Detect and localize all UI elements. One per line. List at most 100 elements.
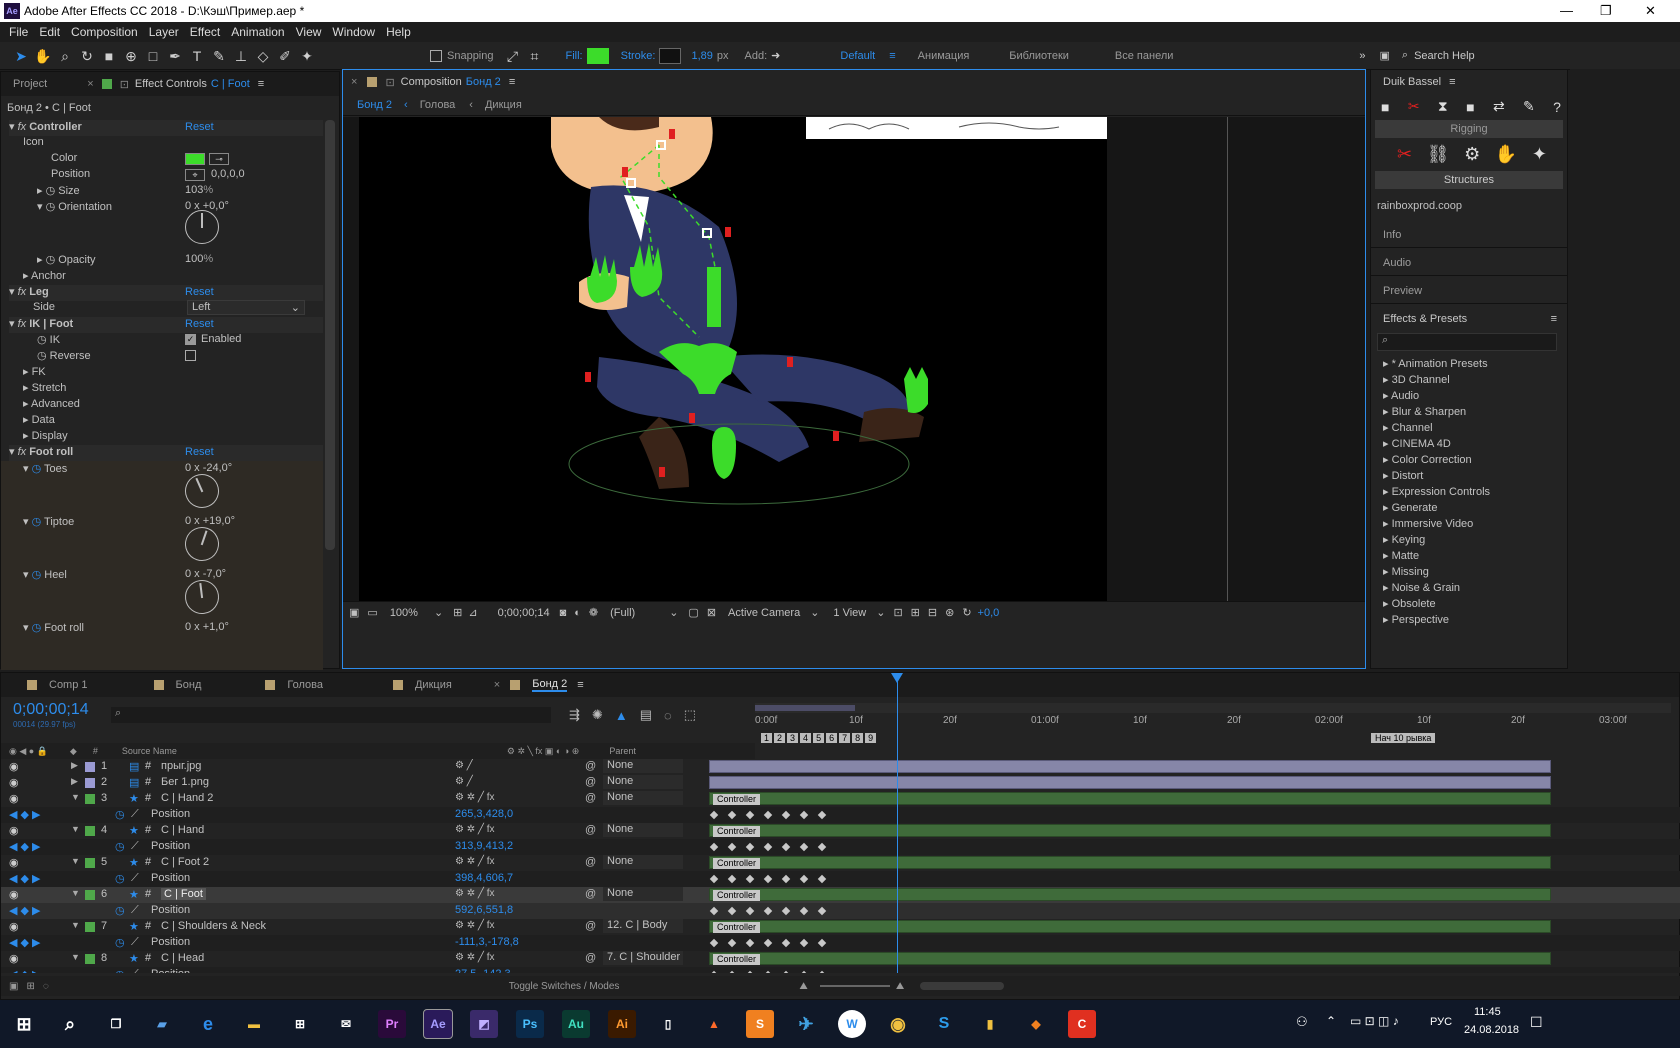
panel-menu-icon[interactable]: ≡ xyxy=(258,78,264,90)
tray-chevron-icon[interactable]: ⌃ xyxy=(1326,1014,1336,1028)
comp-menu-icon[interactable]: ≡ xyxy=(509,76,515,88)
more-workspaces-icon[interactable]: » xyxy=(1359,50,1365,62)
keyframe[interactable] xyxy=(817,842,827,852)
property-value[interactable]: 313,9,413,2 xyxy=(455,840,513,852)
monitor-icon[interactable]: ▭ xyxy=(367,606,377,619)
flowchart-icon[interactable]: ⊛ xyxy=(945,606,954,619)
effects-item[interactable]: ▸ Blur & Sharpen xyxy=(1371,404,1567,420)
close-comp-icon[interactable]: × xyxy=(351,76,357,88)
frame-blending-icon[interactable]: ▤ xyxy=(640,707,652,723)
playhead-line[interactable] xyxy=(897,673,898,973)
fast-preview-icon[interactable]: ⊞ xyxy=(911,606,920,619)
menu-window[interactable]: Window xyxy=(332,25,375,39)
property-value[interactable]: 265,3,428,0 xyxy=(455,808,513,820)
property-value[interactable]: -111,3,-178,8 xyxy=(455,936,519,948)
puppet-tool-icon[interactable]: ✦ xyxy=(298,47,316,65)
illustrator-icon[interactable]: Ai xyxy=(608,1010,636,1038)
effects-item[interactable]: ▸ Color Correction xyxy=(1371,452,1567,468)
display-group[interactable]: ▸ Display xyxy=(23,429,68,445)
effects-item[interactable]: ▸ Channel xyxy=(1371,420,1567,436)
visibility-eye-icon[interactable]: ◉ xyxy=(9,776,19,789)
layer-duration-bar[interactable] xyxy=(709,920,1551,933)
property-row[interactable]: ◀ ◆ ▶ ◷ ⟋ Position -111,3,-178,8 xyxy=(1,935,1680,951)
layer-row[interactable]: ◉ ▼ 8 ★ # C | Head ⚙ ✲ ╱ fx @ 7. C | Sho… xyxy=(1,951,1680,967)
mask-visibility-icon[interactable]: ⊿ xyxy=(468,606,477,619)
layer-label-color[interactable] xyxy=(85,794,95,804)
duik-home-icon[interactable]: ■ xyxy=(1381,99,1389,115)
parent-dropdown[interactable]: 12. C | Body xyxy=(603,919,683,933)
keyframe[interactable] xyxy=(817,970,827,973)
effects-item[interactable]: ▸ * Animation Presets xyxy=(1371,356,1567,372)
keyframe-nav-icon[interactable]: ◀ ◆ ▶ xyxy=(9,968,41,973)
layer-name[interactable]: C | Hand xyxy=(161,824,204,836)
layer-label-color[interactable] xyxy=(85,858,95,868)
reset-exposure-icon[interactable]: ↻ xyxy=(962,606,971,619)
rigging-button[interactable]: Rigging xyxy=(1375,120,1563,138)
keyframe[interactable] xyxy=(799,842,809,852)
layer-switches[interactable]: ⚙ ✲ ╱ fx xyxy=(455,824,494,835)
layer-duration-bar[interactable] xyxy=(709,760,1551,773)
graph-icon[interactable]: ⟋ xyxy=(131,872,139,885)
stopwatch-icon[interactable]: ◷ xyxy=(115,968,125,973)
effects-menu-icon[interactable]: ≡ xyxy=(1551,313,1557,325)
crumb-head[interactable]: Голова xyxy=(420,99,456,111)
region-of-interest-icon[interactable]: ▢ xyxy=(688,606,698,619)
menu-composition[interactable]: Composition xyxy=(71,25,138,39)
composition-flowchart-icon[interactable]: ⇶ xyxy=(569,707,580,723)
layer-switches[interactable]: ⚙ ✲ ╱ fx xyxy=(455,952,494,963)
chrome-icon[interactable]: ◉ xyxy=(884,1010,912,1038)
fx-controller-row[interactable]: ▾ fx Controller xyxy=(9,120,323,136)
marker[interactable]: 3 xyxy=(787,733,799,743)
menu-file[interactable]: File xyxy=(9,25,28,39)
expand-layer-chevron-icon[interactable]: ▼ xyxy=(71,824,80,834)
controller-chip[interactable]: Controller xyxy=(713,954,761,965)
layer-name[interactable]: Бег 1.png xyxy=(161,776,209,788)
comp-tab-label[interactable]: Composition xyxy=(401,76,462,88)
graph-icon[interactable]: ⟋ xyxy=(131,904,139,917)
sync-settings-icon[interactable]: ▣ xyxy=(1380,49,1390,62)
keyframe-nav-icon[interactable]: ◀ ◆ ▶ xyxy=(9,840,41,853)
w-app-icon[interactable]: W xyxy=(838,1010,866,1038)
property-value[interactable]: 398,4,606,7 xyxy=(455,872,513,884)
controller-chip[interactable]: Controller xyxy=(713,794,761,805)
stopwatch-icon[interactable]: ◷ xyxy=(115,840,125,853)
premiere-icon[interactable]: Pr xyxy=(378,1010,406,1038)
keyframe[interactable] xyxy=(727,810,737,820)
foot-roll-prop-value[interactable]: 0 x +1,0° xyxy=(185,621,229,637)
clock-date[interactable]: 24.08.2018 xyxy=(1464,1024,1519,1036)
position-target-icon[interactable]: ⌖ xyxy=(185,169,205,181)
timeline-tab-bond[interactable]: Бонд xyxy=(176,679,202,691)
stretch-group[interactable]: ▸ Stretch xyxy=(23,381,66,397)
layer-duration-bar[interactable] xyxy=(709,776,1551,789)
expand-layer-chevron-icon[interactable]: ▼ xyxy=(71,888,80,898)
marker[interactable]: 5 xyxy=(813,733,825,743)
layer-switches[interactable]: ⚙ ✲ ╱ fx xyxy=(455,856,494,867)
keyframe-nav-icon[interactable]: ◀ ◆ ▶ xyxy=(9,808,41,821)
timeline-toggle-icon[interactable]: ⊟ xyxy=(928,606,937,619)
hand-controller-icon[interactable]: ✋ xyxy=(1495,144,1517,165)
keyframe[interactable] xyxy=(727,970,737,973)
comp-lock-icon[interactable]: ⊡ xyxy=(385,76,394,89)
current-time[interactable]: 0;00;00;14 xyxy=(498,607,550,619)
effects-item[interactable]: ▸ Expression Controls xyxy=(1371,484,1567,500)
property-row[interactable]: ◀ ◆ ▶ ◷ ⟋ Position 313,9,413,2 xyxy=(1,839,1680,855)
workspace-animation[interactable]: Анимация xyxy=(918,50,970,62)
visibility-eye-icon[interactable]: ◉ xyxy=(9,888,19,901)
layer-switches[interactable]: ⚙ ✲ ╱ fx xyxy=(455,792,494,803)
reverse-checkbox[interactable] xyxy=(185,350,196,361)
keyframe[interactable] xyxy=(709,970,719,973)
workspace-default[interactable]: Default xyxy=(840,50,875,62)
workspace-all-panels[interactable]: Все панели xyxy=(1115,50,1173,62)
zoom-in-icon[interactable]: ⛰ xyxy=(896,981,904,992)
expand-transfer-icon[interactable]: ⊞ xyxy=(26,981,34,992)
effects-item[interactable]: ▸ Immersive Video xyxy=(1371,516,1567,532)
eyedropper-icon[interactable]: ⊸ xyxy=(209,153,229,165)
menu-help[interactable]: Help xyxy=(386,25,411,39)
notifications-icon[interactable]: ☐ xyxy=(1530,1014,1543,1031)
keyframe[interactable] xyxy=(799,810,809,820)
timeline-tab-comp1[interactable]: Comp 1 xyxy=(49,679,88,691)
icon-group[interactable]: Icon xyxy=(23,136,44,152)
workspace-menu-icon[interactable]: ≡ xyxy=(889,50,895,62)
comp-tab-name[interactable]: Бонд 2 xyxy=(466,76,501,88)
keyframe[interactable] xyxy=(745,842,755,852)
